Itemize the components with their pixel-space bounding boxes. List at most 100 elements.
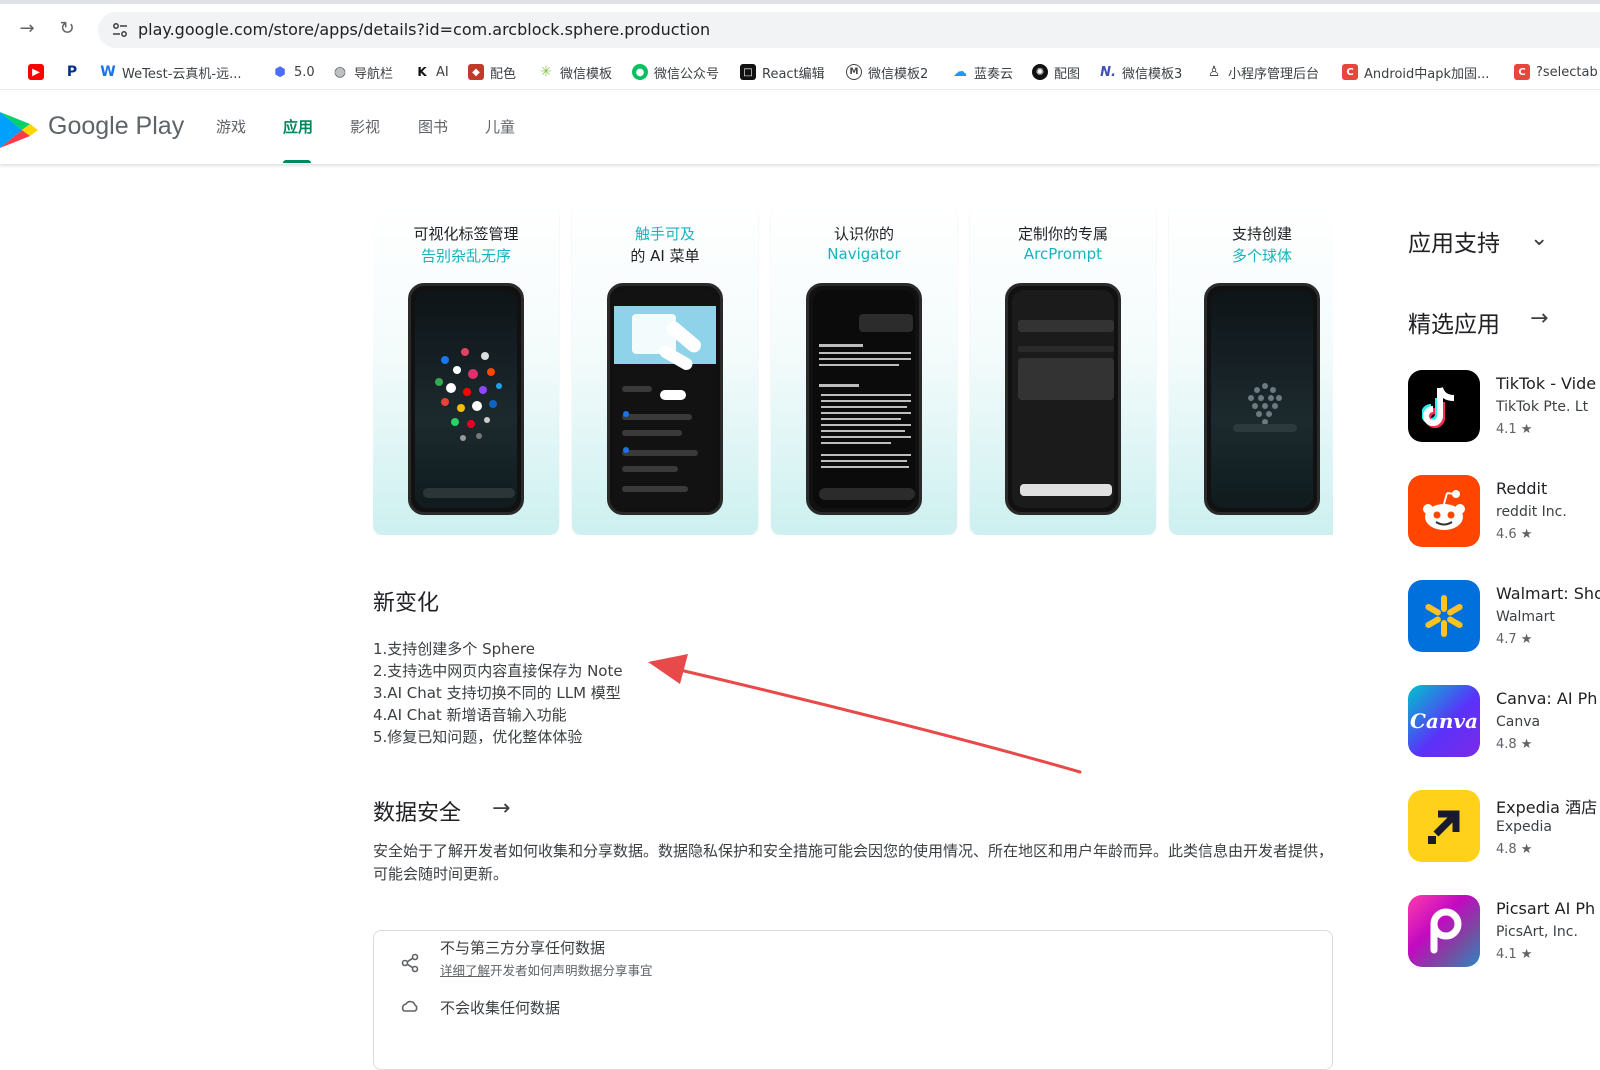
globe-icon: ◍ (332, 64, 348, 80)
bookmark-wx-template[interactable]: ✳ 微信模板 (538, 62, 612, 82)
cloud-upload-icon (401, 1000, 418, 1012)
site-settings-icon[interactable] (112, 22, 128, 38)
bookmark-label: Android中apk加固... (1364, 66, 1490, 82)
chevron-down-icon[interactable]: ⌄ (1530, 226, 1548, 251)
app-rating: 4.8 ★ (1496, 842, 1533, 857)
palette-icon: ◆ (468, 64, 484, 80)
no-sharing-title: 不与第三方分享任何数据 (440, 939, 606, 957)
screenshot-caption-line2: 告别杂乱无序 (420, 247, 511, 265)
data-safety-heading[interactable]: 数据安全 (373, 795, 461, 827)
bookmark-wetest[interactable]: W WeTest-云真机-远... (100, 62, 241, 82)
bookmark-youtube[interactable]: ▶ (28, 62, 50, 82)
google-play-logo-icon[interactable] (0, 110, 38, 150)
tab-movies[interactable]: 影视 (350, 116, 380, 137)
bookmark-android-apk[interactable]: C Android中apk加固... (1342, 62, 1489, 82)
phone-screen (415, 290, 517, 508)
screenshot-card[interactable]: 定制你的专属 ArcPrompt (970, 205, 1156, 535)
app-developer: Walmart (1496, 609, 1555, 625)
screenshot-card[interactable]: 认识你的 Navigator (771, 205, 957, 535)
bookmark-ai[interactable]: K AI (414, 62, 449, 82)
bookmark-wx-template3[interactable]: N. 微信模板3 (1100, 62, 1182, 82)
app-name[interactable]: Walmart: Sho (1496, 584, 1600, 603)
featured-app-item[interactable]: Reddit reddit Inc. 4.6 ★ (1408, 475, 1600, 551)
featured-app-item[interactable]: Walmart: Sho Walmart 4.7 ★ (1408, 580, 1600, 656)
phone-mockup (408, 283, 524, 515)
featured-app-item[interactable]: Picsart AI Ph PicsArt, Inc. 4.1 ★ (1408, 895, 1600, 971)
screenshot-carousel[interactable]: 可视化标签管理 告别杂乱无序 触手可及 的 AI 菜单 认识你的 Navigat… (373, 205, 1333, 535)
featured-apps-heading[interactable]: 精选应用 (1408, 305, 1500, 339)
app-developer: PicsArt, Inc. (1496, 924, 1578, 940)
app-name[interactable]: Expedia 酒店 (1496, 794, 1597, 818)
picsart-icon[interactable] (1408, 895, 1480, 967)
no-sharing-subtitle: 详细了解开发者如何声明数据分享事宜 (440, 960, 653, 979)
forward-icon[interactable]: → (16, 18, 38, 40)
bookmark-lanzou[interactable]: ☁ 蓝奏云 (952, 62, 1013, 82)
learn-more-link[interactable]: 详细了解 (440, 963, 490, 978)
bookmark-wx-template2[interactable]: M 微信模板2 (846, 62, 928, 82)
sphere-dots-illustration (1233, 383, 1297, 432)
arrow-right-icon[interactable]: → (1530, 306, 1548, 331)
address-bar-row: → ↻ play.google.com/store/apps/details?i… (0, 4, 1600, 52)
screenshot-caption-line2: 多个球体 (1231, 247, 1292, 265)
bookmark-5-0[interactable]: ⬢ 5.0 (272, 62, 315, 82)
wechat-icon: ● (632, 64, 648, 80)
featured-app-item[interactable]: TikTok - Vide TikTok Pte. Lt 4.1 ★ (1408, 370, 1600, 446)
bookmark-colors[interactable]: ◆ 配色 (468, 62, 516, 82)
square-icon: □ (740, 64, 756, 80)
bookmark-label: 微信公众号 (654, 66, 720, 82)
url-bar[interactable]: play.google.com/store/apps/details?id=co… (98, 12, 1600, 48)
bookmark-label: 蓝奏云 (974, 66, 1014, 82)
bookmark-label: AI (436, 64, 449, 80)
data-safety-card: 不与第三方分享任何数据 详细了解开发者如何声明数据分享事宜 不会收集任何数据 (373, 930, 1333, 1070)
app-name[interactable]: Picsart AI Ph (1496, 899, 1595, 918)
arrow-right-icon[interactable]: → (492, 796, 510, 821)
red-annotation-arrow (648, 654, 1082, 774)
phone-screen (1012, 290, 1114, 508)
google-play-wordmark[interactable]: Google Play (48, 112, 184, 141)
app-name[interactable]: Canva: AI Ph (1496, 689, 1597, 708)
bookmark-wx-official[interactable]: ● 微信公众号 (632, 62, 719, 82)
phone-screen (1211, 290, 1313, 508)
reddit-icon[interactable] (1408, 475, 1480, 547)
app-support-heading[interactable]: 应用支持 (1408, 224, 1500, 258)
tab-games[interactable]: 游戏 (216, 116, 246, 137)
screenshot-caption-line1: 定制你的专属 (1017, 225, 1108, 243)
walmart-icon[interactable] (1408, 580, 1480, 652)
bookmark-label: 导航栏 (354, 66, 394, 82)
tab-apps[interactable]: 应用 (283, 116, 313, 137)
screenshot-card[interactable]: 支持创建 多个球体 (1169, 205, 1333, 535)
phone-mockup (607, 283, 723, 515)
phone-mockup (1204, 283, 1320, 515)
bookmark-react[interactable]: □ React编辑 (740, 62, 825, 82)
whats-new-heading: 新变化 (373, 591, 440, 616)
bookmark-images[interactable]: ✺ 配图 (1032, 62, 1080, 82)
app-rating: 4.8 ★ (1496, 737, 1533, 752)
featured-app-item[interactable]: Canva Canva: AI Ph Canva 4.8 ★ (1408, 685, 1600, 761)
screenshot-caption-line1: 认识你的 (833, 225, 894, 243)
bookmark-nav[interactable]: ◍ 导航栏 (332, 62, 393, 82)
featured-app-item[interactable]: Expedia 酒店 Expedia 4.8 ★ (1408, 790, 1600, 866)
screenshot-card[interactable]: 触手可及 的 AI 菜单 (572, 205, 758, 535)
app-developer: Canva (1496, 714, 1541, 730)
bookmark-paypal[interactable]: P (64, 62, 86, 82)
url-text[interactable]: play.google.com/store/apps/details?id=co… (138, 20, 710, 39)
screenshot-caption-line1: 支持创建 (1231, 225, 1292, 243)
app-rating: 4.6 ★ (1496, 527, 1533, 542)
youtube-icon: ▶ (28, 64, 44, 80)
bookmark-label: WeTest-云真机-远... (122, 66, 242, 82)
app-name[interactable]: Reddit (1496, 479, 1547, 498)
bookmark-label: 配图 (1054, 66, 1081, 82)
reload-icon[interactable]: ↻ (56, 18, 78, 40)
tab-books[interactable]: 图书 (418, 116, 448, 137)
bookmark-selectab[interactable]: C ?selectab (1514, 62, 1598, 82)
tab-kids[interactable]: 儿童 (485, 116, 515, 137)
bookmark-miniprogram[interactable]: ♙ 小程序管理后台 (1206, 62, 1319, 82)
expedia-icon[interactable] (1408, 790, 1480, 862)
k-icon: K (414, 64, 430, 80)
app-rating: 4.1 ★ (1496, 947, 1533, 962)
tiktok-icon[interactable] (1408, 370, 1480, 442)
bookmark-label: ?selectab (1536, 64, 1598, 80)
screenshot-card[interactable]: 可视化标签管理 告别杂乱无序 (373, 205, 559, 535)
canva-icon[interactable]: Canva (1408, 685, 1480, 757)
app-name[interactable]: TikTok - Vide (1496, 374, 1596, 393)
